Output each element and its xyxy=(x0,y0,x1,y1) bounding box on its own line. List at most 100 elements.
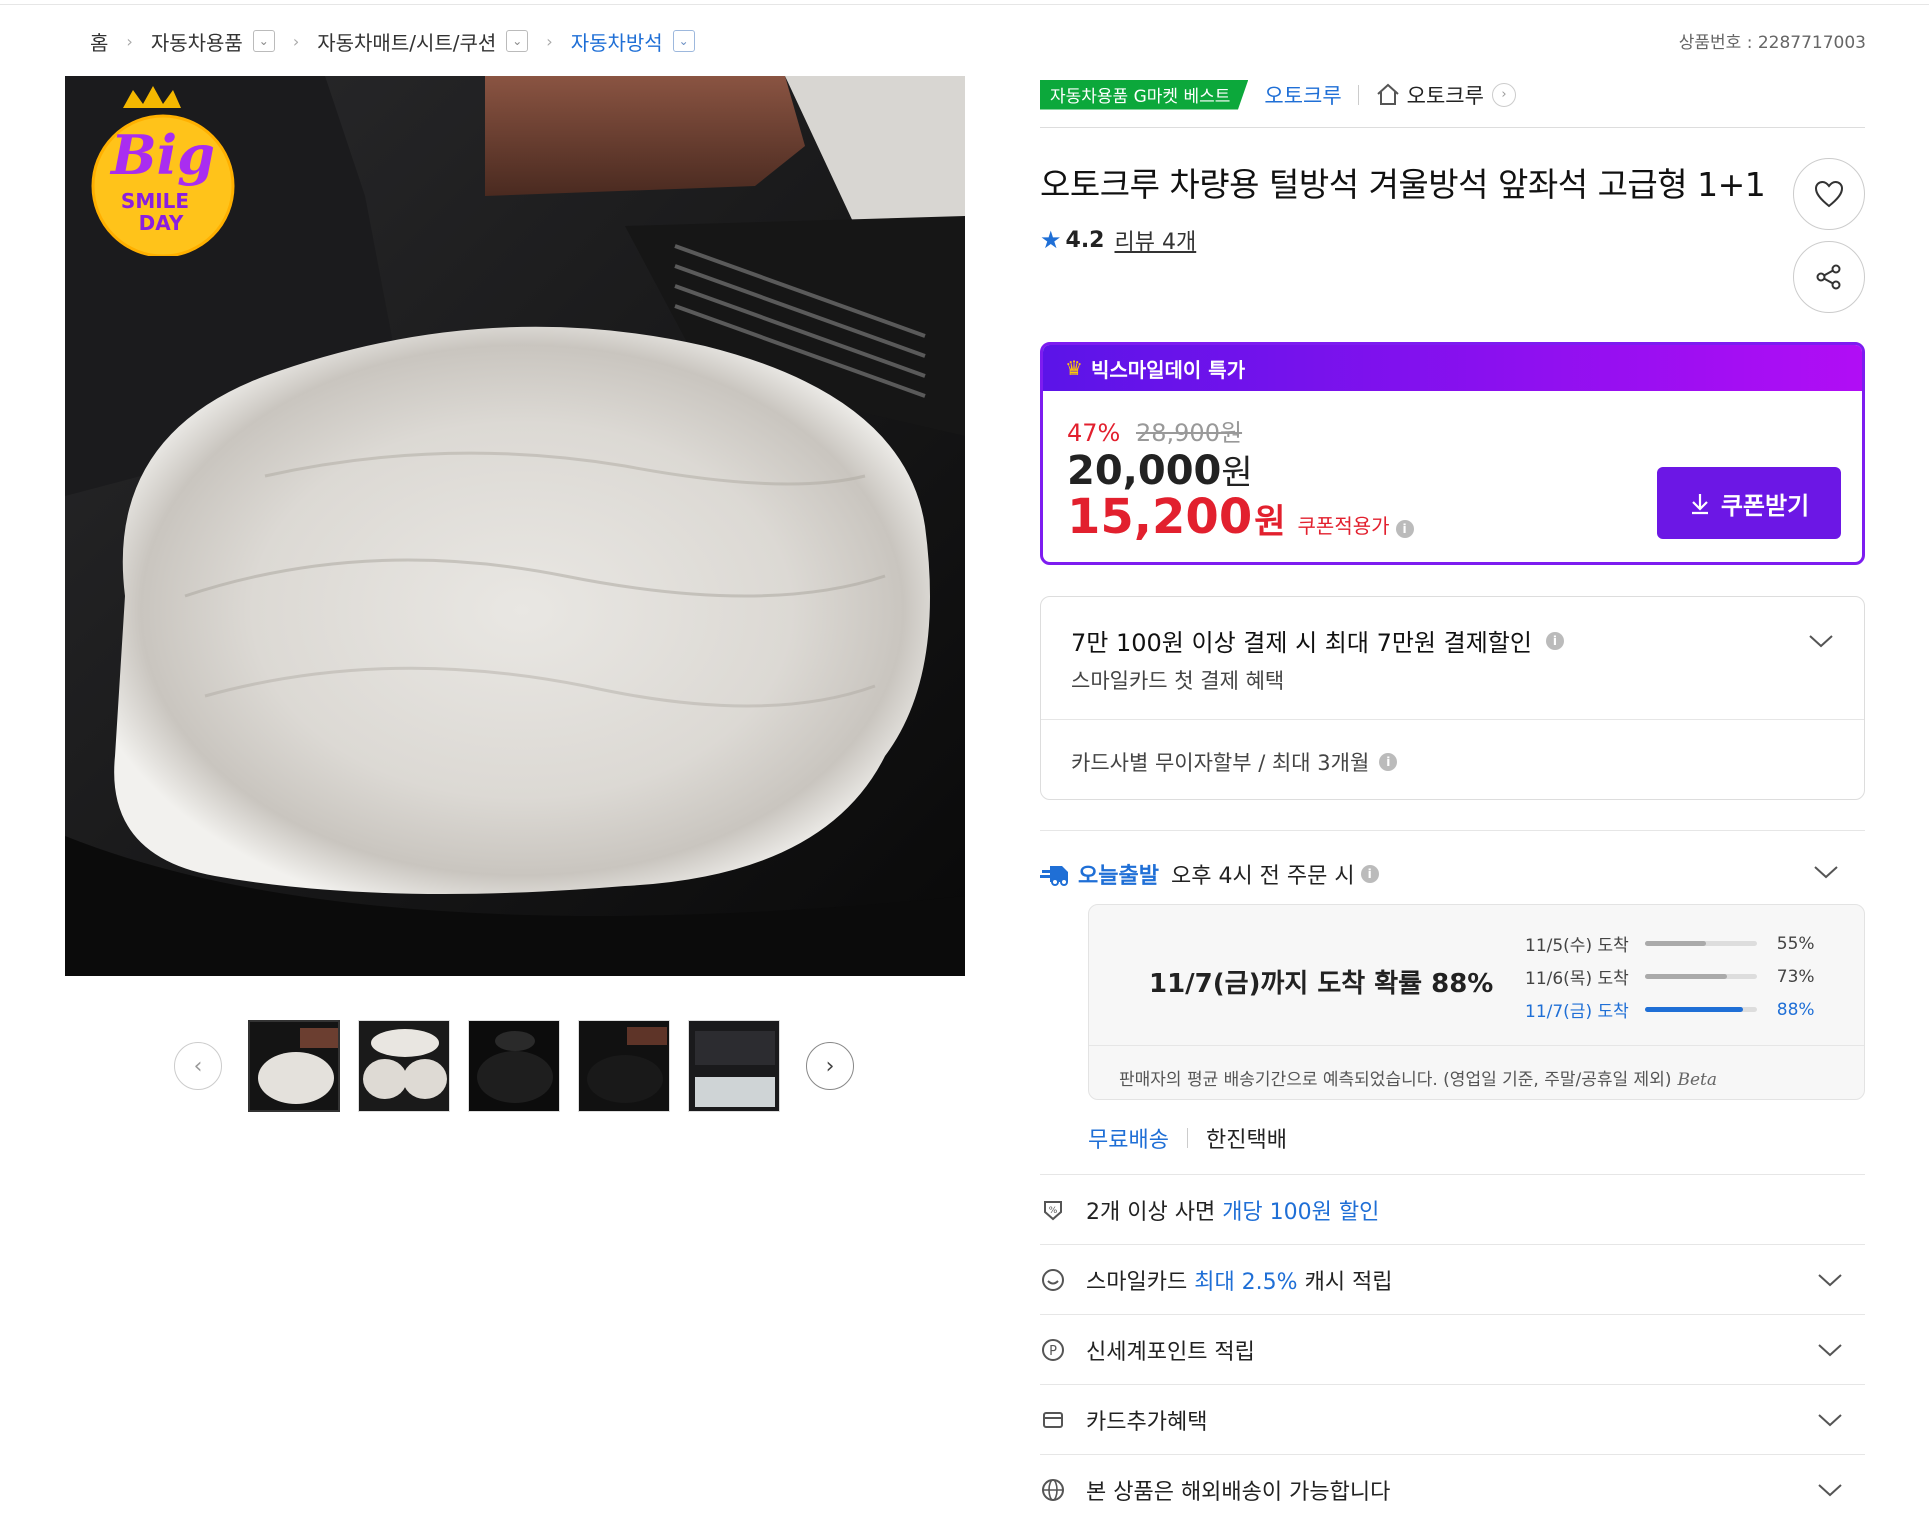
divider xyxy=(1089,1045,1864,1046)
seller-row: 자동차용품 G마켓 베스트 오토크루 오토크루 › xyxy=(1040,76,1865,128)
chevron-down-icon[interactable]: ⌄ xyxy=(252,30,275,52)
get-coupon-button[interactable]: 쿠폰받기 xyxy=(1657,467,1841,539)
best-badge[interactable]: 자동차용품 G마켓 베스트 xyxy=(1040,79,1249,110)
breadcrumb-separator-icon: › xyxy=(292,31,300,51)
smile-card-suffix: 캐시 적립 xyxy=(1304,1269,1393,1295)
installment-text: 카드사별 무이자할부 / 최대 3개월 xyxy=(1071,751,1370,775)
discount-tag-icon: % xyxy=(1040,1197,1066,1223)
eta-note: 판매자의 평균 배송기간으로 예측되었습니다. (영업일 기준, 주말/공휴일 … xyxy=(1119,1065,1717,1090)
chevron-down-icon[interactable] xyxy=(1815,1270,1845,1290)
rating-row: ★ 4.2 리뷰 4개 xyxy=(1040,224,1196,256)
original-price: 28,900원 xyxy=(1135,419,1243,447)
store-home-icon[interactable] xyxy=(1375,82,1401,108)
divider xyxy=(1040,830,1865,831)
share-button[interactable] xyxy=(1793,241,1865,313)
smile-card-highlight: 최대 2.5% xyxy=(1194,1269,1298,1295)
top-divider xyxy=(0,4,1929,5)
coupon-price: 15,200 원 쿠폰적용가 i xyxy=(1067,489,1414,545)
fast-delivery-icon xyxy=(1040,866,1068,886)
chevron-down-icon[interactable] xyxy=(1815,1410,1845,1430)
multi-buy-discount-row: % 2개 이상 사면 개당 100원 할인 xyxy=(1040,1174,1865,1244)
eta-date: 11/7(금) 도착 xyxy=(1525,1002,1629,1022)
eta-percent: 88% xyxy=(1776,999,1815,1020)
overseas-text: 본 상품은 해외배송이 가능합니다 xyxy=(1086,1479,1391,1505)
breadcrumb-level2[interactable]: 자동차매트/시트/쿠션 ⌄ xyxy=(317,27,529,56)
crown-icon: ♛ xyxy=(1065,356,1083,380)
coupon-price-number: 15,200 xyxy=(1067,489,1253,545)
breadcrumb-level3-label[interactable]: 자동차방석 xyxy=(571,27,663,56)
thumbnail-2-image xyxy=(359,1021,449,1111)
coupon-price-label: 쿠폰적용가 xyxy=(1297,514,1390,538)
sale-price-number: 20,000 xyxy=(1067,448,1222,494)
card-benefit-box: 7만 100원 이상 결제 시 최대 7만원 결제할인 i 스마일카드 첫 결제… xyxy=(1040,596,1865,800)
heart-icon xyxy=(1814,180,1844,208)
thumbnail-3[interactable] xyxy=(468,1020,560,1112)
globe-icon xyxy=(1040,1477,1066,1503)
card-extra-text: 카드추가혜택 xyxy=(1086,1409,1208,1435)
price-box: ♛ 빅스마일데이 특가 47% 28,900원 20,000원 15,200 원 … xyxy=(1040,342,1865,565)
today-dispatch-label: 오늘출발 xyxy=(1078,864,1159,889)
thumbnail-2[interactable] xyxy=(358,1020,450,1112)
coupon-price-unit: 원 xyxy=(1254,502,1286,542)
breadcrumb-level1-label[interactable]: 자동차용품 xyxy=(151,27,243,56)
thumbnail-1-image xyxy=(250,1022,338,1110)
thumbnail-5[interactable] xyxy=(688,1020,780,1112)
breadcrumb-level3[interactable]: 자동차방석 ⌄ xyxy=(571,27,695,56)
brand-link[interactable]: 오토크루 xyxy=(1264,80,1341,110)
breadcrumb-level2-label[interactable]: 자동차매트/시트/쿠션 xyxy=(317,27,496,56)
thumbnail-1[interactable] xyxy=(248,1020,340,1112)
dispatch-condition: 오후 4시 전 주문 시 xyxy=(1170,864,1355,889)
thumbnail-prev-button[interactable]: ‹ xyxy=(174,1042,222,1090)
review-link[interactable]: 리뷰 4개 xyxy=(1115,224,1197,256)
big-smile-day-logo: Big SMILE DAY xyxy=(91,86,235,256)
thumbnail-4[interactable] xyxy=(578,1020,670,1112)
store-name-link[interactable]: 오토크루 xyxy=(1407,80,1484,110)
eta-row-1: 11/5(수) 도착 55% xyxy=(1525,931,1817,957)
info-icon[interactable]: i xyxy=(1360,865,1379,883)
svg-text:P: P xyxy=(1049,1344,1057,1359)
chevron-down-icon[interactable]: ⌄ xyxy=(672,30,695,52)
breadcrumb-home[interactable]: 홈 xyxy=(90,27,108,56)
thumbnail-next-button[interactable]: › xyxy=(806,1042,854,1090)
chevron-down-icon[interactable] xyxy=(1811,862,1841,882)
divider xyxy=(1186,1128,1188,1148)
breadcrumb-separator-icon: › xyxy=(126,31,133,51)
info-icon[interactable]: i xyxy=(1379,753,1398,771)
sale-price-unit: 원 xyxy=(1221,453,1253,493)
eta-row-2: 11/6(목) 도착 73% xyxy=(1525,964,1817,990)
point-row[interactable]: P 신세계포인트 적립 xyxy=(1040,1314,1865,1384)
smile-card-row[interactable]: 스마일카드 최대 2.5% 캐시 적립 xyxy=(1040,1244,1865,1314)
chevron-down-icon[interactable] xyxy=(1815,1340,1845,1360)
chevron-down-icon[interactable] xyxy=(1815,1480,1845,1500)
card-discount-headline-row: 7만 100원 이상 결제 시 최대 7만원 결제할인 i xyxy=(1071,623,1564,658)
free-shipping-label: 무료배송 xyxy=(1088,1128,1169,1153)
promo-header-label: 빅스마일데이 특가 xyxy=(1090,357,1246,382)
eta-headline: 11/7(금)까지 도착 확률 88% xyxy=(1149,969,1494,999)
eta-bar-fill xyxy=(1644,974,1727,979)
divider xyxy=(1041,719,1864,720)
breadcrumb: 홈 › 자동차용품 ⌄ › 자동차매트/시트/쿠션 ⌄ › 자동차방석 ⌄ xyxy=(90,26,695,56)
product-info-panel: 자동차용품 G마켓 베스트 오토크루 오토크루 › 오토크루 차량용 털방석 겨… xyxy=(1040,76,1865,1505)
eta-bar xyxy=(1644,1007,1757,1012)
chevron-down-icon[interactable]: ⌄ xyxy=(506,30,529,52)
breadcrumb-home-label[interactable]: 홈 xyxy=(90,27,108,56)
info-icon[interactable]: i xyxy=(1545,631,1564,650)
product-title: 오토크루 차량용 털방석 겨울방석 앞좌석 고급형 1+1 xyxy=(1040,165,1766,204)
chevron-down-icon[interactable] xyxy=(1806,631,1836,651)
overseas-shipping-row[interactable]: 본 상품은 해외배송이 가능합니다 xyxy=(1040,1454,1865,1520)
info-icon[interactable]: i xyxy=(1395,520,1414,538)
eta-percent: 73% xyxy=(1776,966,1815,987)
wishlist-button[interactable] xyxy=(1793,158,1865,230)
sale-price: 20,000원 xyxy=(1067,445,1253,494)
shipping-row: 무료배송 한진택배 xyxy=(1088,1122,1287,1154)
chevron-right-icon[interactable]: › xyxy=(1491,82,1516,107)
eta-note-text: 판매자의 평균 배송기간으로 예측되었습니다. (영업일 기준, 주말/공휴일 … xyxy=(1119,1070,1672,1090)
installment-row: 카드사별 무이자할부 / 최대 3개월 i xyxy=(1071,747,1398,777)
courier-name: 한진택배 xyxy=(1205,1128,1287,1153)
eta-bar-fill xyxy=(1644,1007,1744,1012)
card-extra-row[interactable]: 카드추가혜택 xyxy=(1040,1384,1865,1454)
card-discount-sub: 스마일카드 첫 결제 혜택 xyxy=(1071,669,1285,693)
multi-buy-highlight: 개당 100원 할인 xyxy=(1222,1199,1380,1225)
thumbnail-3-image xyxy=(469,1021,559,1111)
breadcrumb-level1[interactable]: 자동차용품 ⌄ xyxy=(151,27,275,56)
